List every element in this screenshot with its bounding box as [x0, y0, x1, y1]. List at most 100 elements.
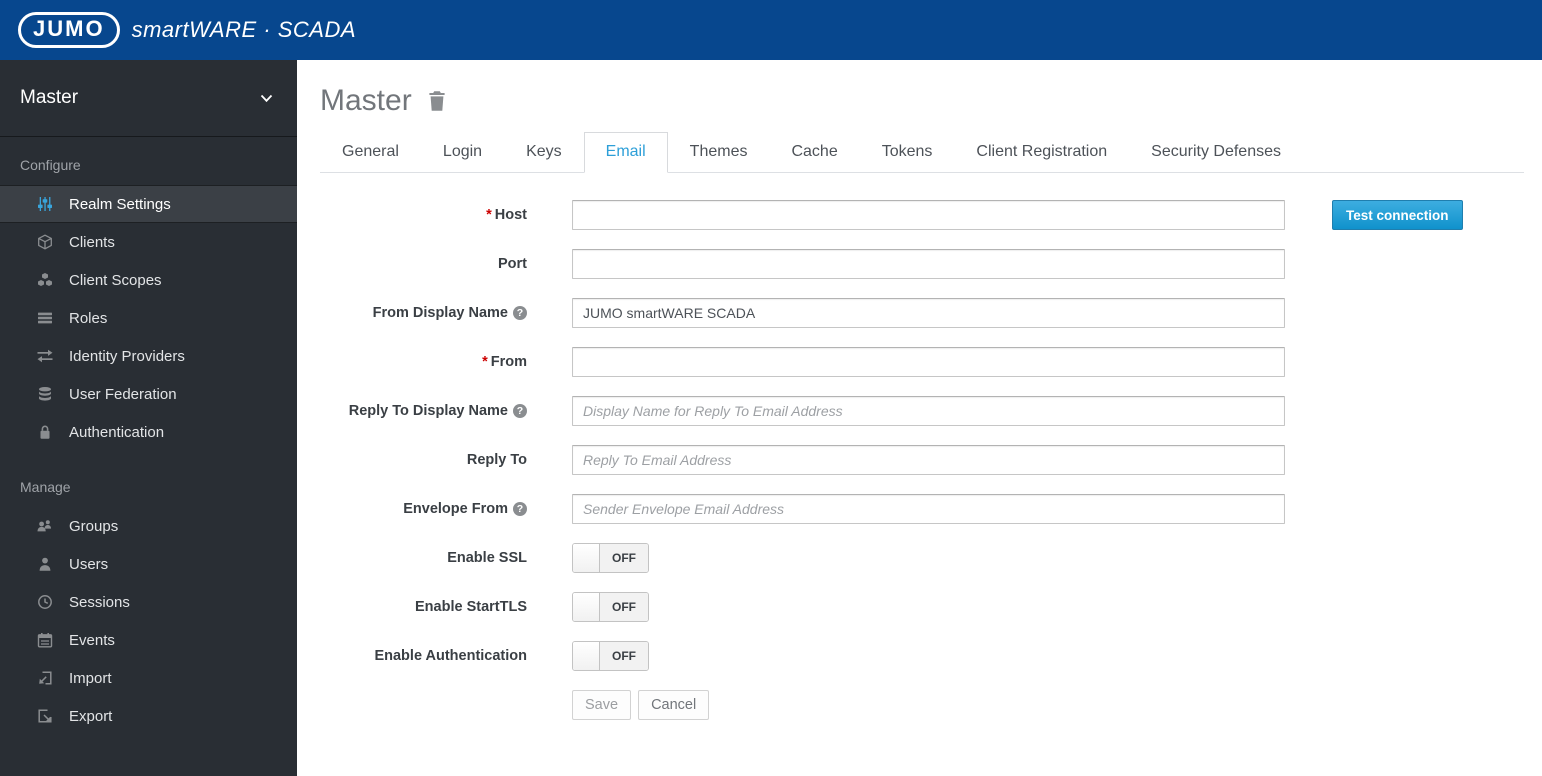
required-asterisk: * [486, 207, 492, 223]
help-icon[interactable]: ? [513, 404, 527, 418]
tab-security-defenses[interactable]: Security Defenses [1129, 132, 1303, 172]
enable-authentication-toggle[interactable]: OFF [572, 641, 649, 671]
sidebar-item-label: Realm Settings [69, 195, 171, 213]
sidebar: Master Configure Realm Settings Clients … [0, 60, 297, 776]
database-icon [36, 386, 54, 402]
sidebar-item-users[interactable]: Users [0, 545, 297, 583]
toggle-state-label: OFF [600, 593, 648, 621]
enable-starttls-label-text: Enable StartTLS [415, 599, 527, 615]
port-input[interactable] [572, 249, 1285, 279]
form-row-reply-to-display-name: Reply To Display Name? [320, 396, 1542, 426]
sidebar-item-client-scopes[interactable]: Client Scopes [0, 261, 297, 299]
cube-icon [36, 234, 54, 250]
sidebar-item-clients[interactable]: Clients [0, 223, 297, 261]
sidebar-item-label: Identity Providers [69, 347, 185, 365]
form-row-envelope-from: Envelope From? [320, 494, 1542, 524]
from-display-name-label-text: From Display Name [372, 305, 508, 321]
sidebar-item-label: Authentication [69, 423, 165, 441]
toggle-handle [573, 642, 600, 670]
group-icon [36, 518, 54, 534]
cubes-icon [36, 272, 54, 288]
host-label: * Host [320, 207, 527, 223]
sidebar-item-label: Clients [69, 233, 115, 251]
sidebar-item-user-federation[interactable]: User Federation [0, 375, 297, 413]
envelope-from-input[interactable] [572, 494, 1285, 524]
form-row-host: * Host Test connection [320, 200, 1542, 230]
chevron-down-icon [260, 87, 273, 109]
form-row-enable-authentication: Enable Authentication OFF [320, 641, 1542, 671]
host-label-text: Host [494, 207, 527, 223]
host-input[interactable] [572, 200, 1285, 230]
envelope-from-label: Envelope From? [320, 501, 527, 517]
sidebar-item-realm-settings[interactable]: Realm Settings [0, 185, 297, 223]
form-row-port: Port [320, 249, 1542, 279]
enable-ssl-label: Enable SSL [320, 550, 527, 566]
sidebar-item-label: Export [69, 707, 113, 725]
realm-selector[interactable]: Master [0, 60, 297, 137]
toggle-state-label: OFF [600, 544, 648, 572]
save-button[interactable]: Save [572, 690, 632, 720]
sidebar-item-export[interactable]: Export [0, 697, 297, 735]
import-icon [36, 670, 54, 686]
enable-ssl-toggle[interactable]: OFF [572, 543, 649, 573]
from-display-name-label: From Display Name? [320, 305, 527, 321]
email-settings-form: * Host Test connection Port From Display … [320, 200, 1542, 720]
sidebar-item-label: Events [69, 631, 115, 649]
sidebar-item-label: Roles [69, 309, 108, 327]
tab-keys[interactable]: Keys [504, 132, 584, 172]
sidebar-item-label: User Federation [69, 385, 177, 403]
help-icon[interactable]: ? [513, 306, 527, 320]
trash-icon[interactable] [427, 90, 447, 112]
sidebar-item-identity-providers[interactable]: Identity Providers [0, 337, 297, 375]
tab-email[interactable]: Email [583, 132, 668, 173]
form-row-from: * From [320, 347, 1542, 377]
cancel-button[interactable]: Cancel [638, 690, 710, 720]
tab-client-registration[interactable]: Client Registration [954, 132, 1129, 172]
from-input[interactable] [572, 347, 1285, 377]
calendar-icon [36, 632, 54, 648]
reply-to-display-name-input[interactable] [572, 396, 1285, 426]
form-row-enable-starttls: Enable StartTLS OFF [320, 592, 1542, 622]
toggle-handle [573, 593, 600, 621]
from-label: * From [320, 354, 527, 370]
reply-to-display-name-label: Reply To Display Name? [320, 403, 527, 419]
enable-ssl-label-text: Enable SSL [447, 550, 527, 566]
sidebar-item-import[interactable]: Import [0, 659, 297, 697]
port-label-text: Port [498, 256, 527, 272]
sidebar-item-roles[interactable]: Roles [0, 299, 297, 337]
tab-tokens[interactable]: Tokens [860, 132, 955, 172]
jumo-logo: JUMO [18, 12, 120, 48]
enable-authentication-label: Enable Authentication [320, 648, 527, 664]
user-icon [36, 556, 54, 572]
brand-title: smartWARE · SCADA [131, 17, 357, 42]
help-icon[interactable]: ? [513, 502, 527, 516]
enable-authentication-label-text: Enable Authentication [374, 648, 527, 664]
tab-general[interactable]: General [320, 132, 421, 172]
envelope-from-label-text: Envelope From [403, 501, 508, 517]
enable-starttls-toggle[interactable]: OFF [572, 592, 649, 622]
tab-bar: General Login Keys Email Themes Cache To… [320, 132, 1524, 173]
sidebar-item-events[interactable]: Events [0, 621, 297, 659]
form-actions: Save Cancel [572, 690, 1542, 720]
main-content: Master General Login Keys Email Themes C… [297, 60, 1542, 776]
exchange-icon [36, 348, 54, 364]
lock-icon [36, 424, 54, 440]
list-icon [36, 310, 54, 326]
toggle-state-label: OFF [600, 642, 648, 670]
tab-cache[interactable]: Cache [769, 132, 859, 172]
reply-to-label: Reply To [320, 452, 527, 468]
required-asterisk: * [482, 354, 488, 370]
test-connection-button[interactable]: Test connection [1332, 200, 1463, 230]
form-row-from-display-name: From Display Name? [320, 298, 1542, 328]
sidebar-item-authentication[interactable]: Authentication [0, 413, 297, 451]
sidebar-item-groups[interactable]: Groups [0, 507, 297, 545]
reply-to-display-name-label-text: Reply To Display Name [348, 403, 508, 419]
tab-login[interactable]: Login [421, 132, 504, 172]
reply-to-input[interactable] [572, 445, 1285, 475]
sliders-icon [36, 196, 54, 212]
export-icon [36, 708, 54, 724]
sidebar-item-sessions[interactable]: Sessions [0, 583, 297, 621]
sidebar-section-manage: Manage [20, 479, 71, 495]
tab-themes[interactable]: Themes [668, 132, 770, 172]
from-display-name-input[interactable] [572, 298, 1285, 328]
